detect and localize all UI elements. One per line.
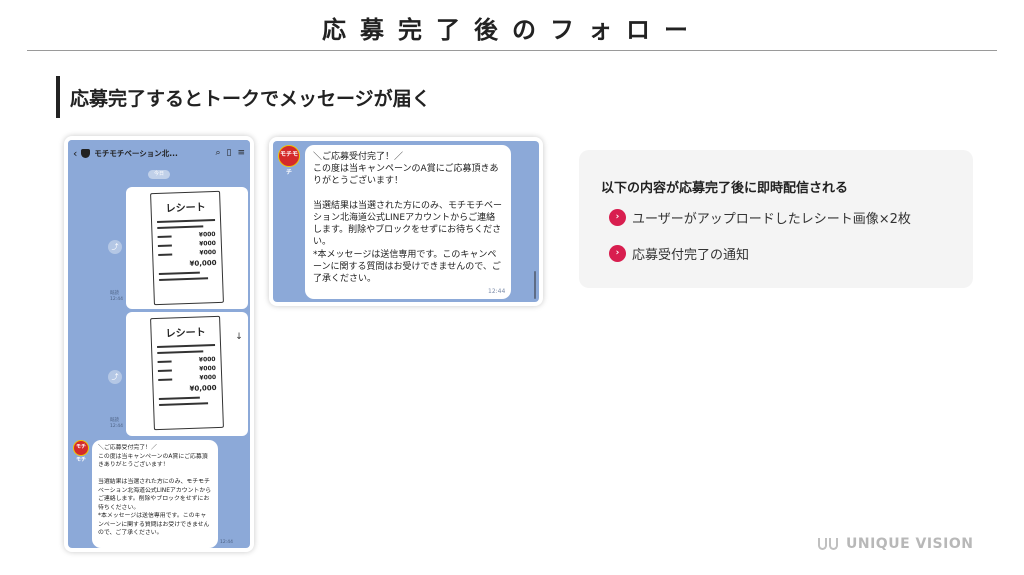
confirmation-message: ＼ご応募受付完了！／ この度は当キャンペーンのA賞にご応募頂きありがとうございま… (92, 440, 218, 548)
chat-header: ‹ モチモチベーション北... ⌕ ▯ ≡ (68, 140, 250, 166)
share-icon[interactable]: ⤴ (108, 240, 122, 254)
official-account-icon (81, 148, 91, 158)
logo-text: UNIQUE VISION (846, 536, 974, 552)
message-time: 12:44 (488, 288, 506, 295)
logo-mark-icon (818, 538, 840, 550)
slide-title: 応募完了後のフォロー (322, 16, 702, 44)
chevron-right-icon: › (609, 209, 626, 226)
message-stamp: 既読 12:44 (110, 418, 123, 429)
share-icon[interactable]: ⤴ (108, 370, 122, 384)
title-divider (27, 50, 997, 51)
info-heading: 以下の内容が応募完了後に即時配信される (601, 181, 849, 196)
info-item-text: ユーザーがアップロードしたレシート画像×2枚 (632, 212, 911, 227)
confirmation-message: ＼ご応募受付完了！／ この度は当キャンペーンのA賞にご応募頂きありがとうございま… (305, 145, 511, 299)
info-item: › ユーザーがアップロードしたレシート画像×2枚 (609, 208, 911, 227)
receipt-illustration: レシート ¥000 ¥000 ¥000 ¥0,000 (150, 315, 224, 431)
chevron-right-icon: › (609, 245, 626, 262)
note-icon[interactable]: ▯ (227, 148, 232, 158)
back-icon[interactable]: ‹ (73, 147, 77, 160)
receipt-image-bubble[interactable]: レシート ¥000 ¥000 ¥000 ¥0,000 (126, 312, 248, 436)
chat-screenshot: ‹ モチモチベーション北... ⌕ ▯ ≡ 今日 レシート ¥000 ¥000 … (64, 136, 254, 552)
message-time: 12:44 (220, 540, 233, 545)
message-stamp: 既読 12:44 (110, 291, 123, 302)
account-avatar[interactable]: モチモチ (73, 440, 89, 463)
chat-screen-zoom: モチモチ ＼ご応募受付完了！／ この度は当キャンペーンのA賞にご応募頂きありがと… (273, 141, 539, 302)
section-heading: 応募完了するとトークでメッセージが届く (56, 76, 431, 118)
company-logo: UNIQUE VISION (818, 536, 973, 552)
account-avatar[interactable]: モチモチ (278, 145, 300, 176)
info-item-text: 応募受付完了の通知 (632, 248, 750, 263)
scrollbar[interactable] (534, 271, 536, 299)
date-label: 今日 (148, 170, 170, 179)
info-item: › 応募受付完了の通知 (609, 244, 749, 263)
receipt-illustration: レシート ¥000 ¥000 ¥000 ¥0,000 (150, 190, 224, 306)
chat-screen: ‹ モチモチベーション北... ⌕ ▯ ≡ 今日 レシート ¥000 ¥000 … (68, 140, 250, 548)
search-icon[interactable]: ⌕ (215, 148, 220, 158)
scroll-down-icon[interactable]: ↓ (232, 330, 246, 344)
message-zoom-screenshot: モチモチ ＼ご応募受付完了！／ この度は当キャンペーンのA賞にご応募頂きありがと… (269, 137, 543, 306)
info-card: 以下の内容が応募完了後に即時配信される › ユーザーがアップロードしたレシート画… (579, 150, 973, 288)
receipt-image-bubble[interactable]: レシート ¥000 ¥000 ¥000 ¥0,000 (126, 187, 248, 309)
channel-name: モチモチベーション北... (94, 148, 178, 158)
menu-icon[interactable]: ≡ (237, 148, 245, 158)
